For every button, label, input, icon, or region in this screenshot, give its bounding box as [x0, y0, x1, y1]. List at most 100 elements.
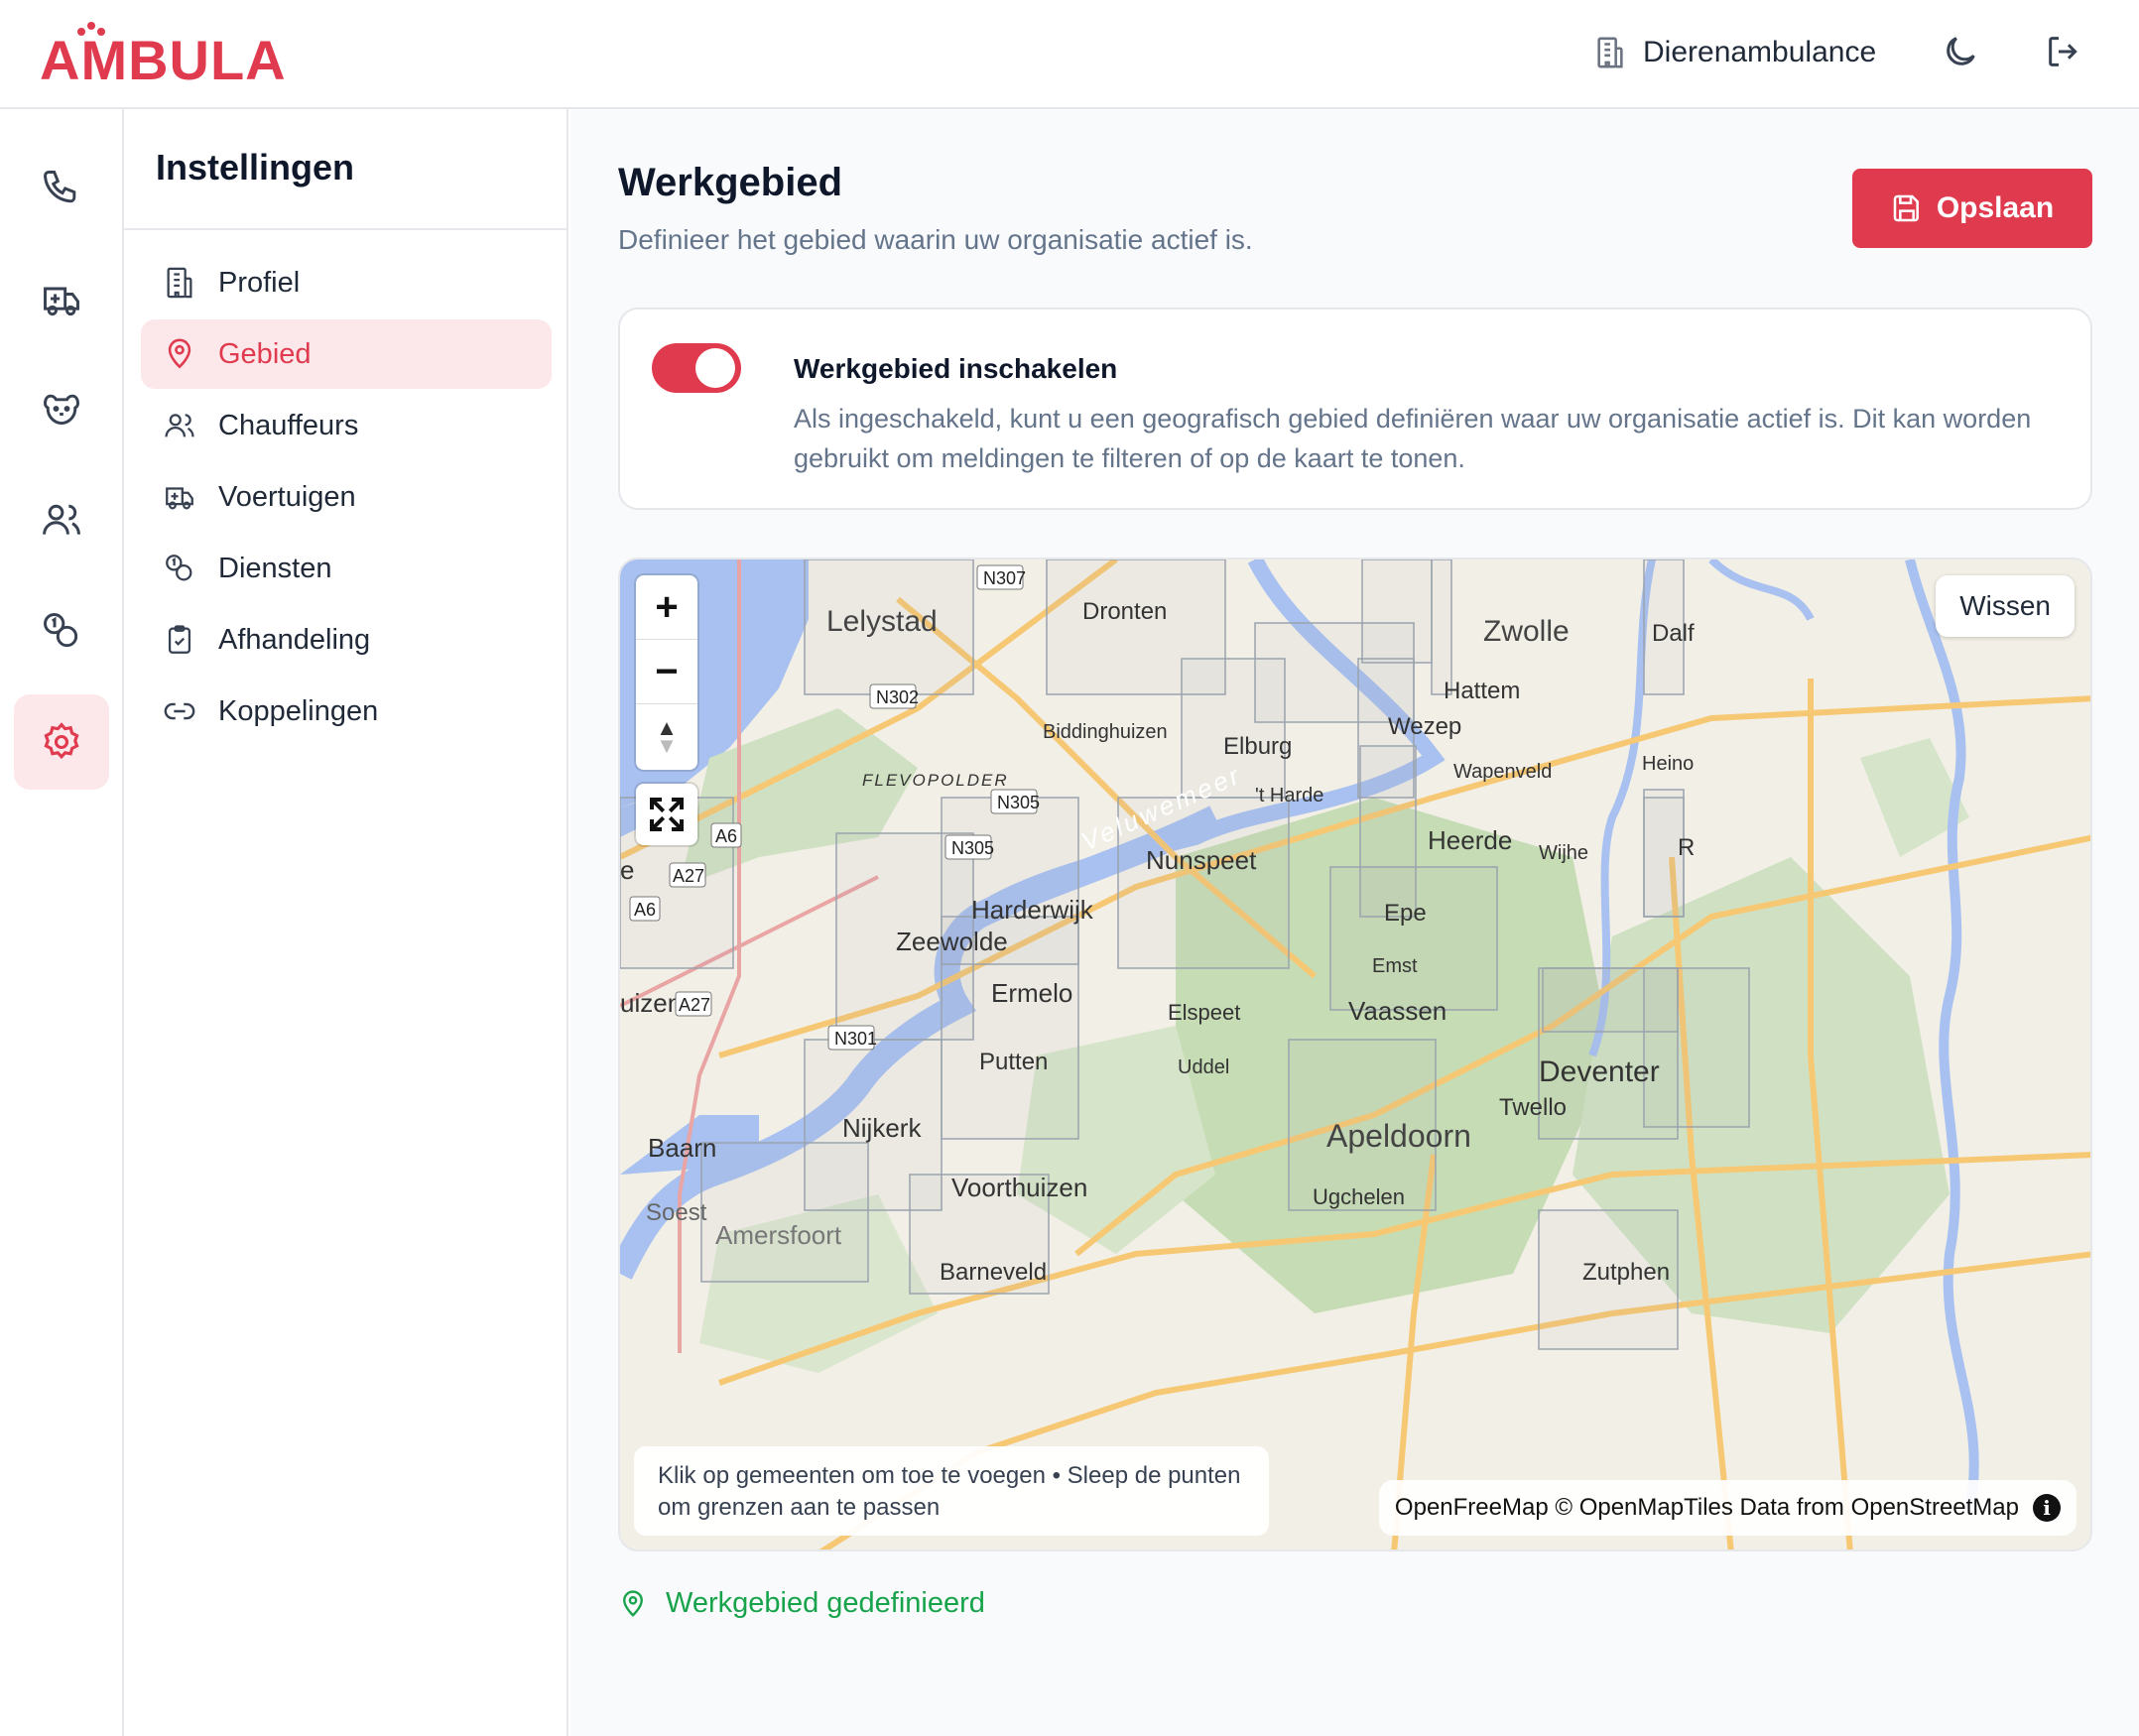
- zoom-out-button[interactable]: −: [636, 640, 697, 704]
- settings-item-profiel[interactable]: Profiel: [141, 248, 552, 317]
- ambulance-icon: [166, 487, 193, 510]
- settings-item-gebied[interactable]: Gebied: [141, 319, 552, 389]
- moon-icon[interactable]: [1941, 32, 1980, 71]
- main-content: Werkgebied Definieer het gebied waarin u…: [570, 109, 2139, 1736]
- settings-item-voertuigen[interactable]: Voertuigen: [141, 462, 552, 532]
- road-shield: A27: [669, 862, 706, 888]
- paw-icon: [77, 22, 107, 36]
- phone-icon: [44, 171, 76, 203]
- svg-text:N302: N302: [876, 687, 919, 707]
- map-hint: Klik op gemeenten om toe te voegen • Sle…: [634, 1446, 1269, 1536]
- svg-text:N305: N305: [997, 793, 1040, 812]
- map-zoom-controls: + − ▲ ▼: [636, 575, 697, 770]
- place-label: uizen: [620, 988, 682, 1018]
- settings-item-label: Gebied: [218, 337, 312, 370]
- place-label: Vaassen: [1348, 996, 1447, 1026]
- place-label: Putten: [979, 1049, 1048, 1075]
- road-shield: N307: [976, 564, 1026, 590]
- toggle-title: Werkgebied inschakelen: [794, 353, 1118, 384]
- users-icon: [43, 504, 80, 535]
- road-shield: N302: [869, 683, 919, 709]
- divider: [124, 228, 568, 230]
- page-subtitle: Definieer het gebied waarin uw organisat…: [618, 224, 1253, 255]
- fullscreen-icon: [650, 798, 684, 831]
- building-icon: [1597, 37, 1623, 68]
- rail-item-users[interactable]: [14, 472, 109, 567]
- place-label: Uddel: [1178, 1056, 1229, 1078]
- road-shield: A27: [675, 991, 712, 1017]
- toggle-description: Als ingeschakeld, kunt u een geografisch…: [794, 404, 2032, 473]
- page-title: Werkgebied: [618, 161, 842, 204]
- place-label: 't Harde: [1255, 785, 1323, 806]
- settings-item-label: Profiel: [218, 266, 301, 299]
- settings-item-koppelingen[interactable]: Koppelingen: [141, 677, 552, 746]
- road-shield: A6: [629, 896, 661, 922]
- place-label: Harderwijk: [971, 895, 1094, 925]
- toggle-knob: [695, 348, 735, 388]
- fullscreen-button[interactable]: [636, 784, 697, 845]
- settings-item-chauffeurs[interactable]: Chauffeurs: [141, 391, 552, 460]
- status-message: Werkgebied gedefinieerd: [618, 1587, 985, 1620]
- map-pin-icon: [168, 338, 191, 369]
- place-label: Zeewolde: [896, 927, 1008, 956]
- logo[interactable]: AMBULA: [40, 22, 287, 92]
- map-pin-icon: [623, 1589, 643, 1617]
- place-label: Apeldoorn: [1326, 1118, 1471, 1154]
- place-label: Dalf: [1652, 620, 1695, 647]
- place-label: Barneveld: [940, 1259, 1047, 1286]
- road-shield: N301: [827, 1025, 877, 1051]
- compass-button[interactable]: ▲ ▼: [636, 704, 697, 769]
- place-label: Zutphen: [1582, 1259, 1670, 1286]
- svg-text:A27: A27: [679, 995, 710, 1015]
- animal-icon: [44, 394, 79, 426]
- place-label: Ugchelen: [1313, 1184, 1405, 1209]
- rail-item-vehicles[interactable]: [14, 252, 109, 347]
- settings-item-afhandeling[interactable]: Afhandeling: [141, 605, 552, 675]
- rail-item-animals[interactable]: [14, 361, 109, 456]
- rail-item-calls[interactable]: [14, 141, 109, 236]
- save-icon: [1893, 194, 1919, 222]
- settings-item-diensten[interactable]: Diensten: [141, 534, 552, 603]
- settings-item-label: Diensten: [218, 552, 332, 584]
- settings-nav: Instellingen Profiel Gebied Chauffeurs V…: [124, 109, 568, 1736]
- place-label: Twello: [1499, 1094, 1567, 1121]
- map-canvas[interactable]: Lelystad Dronten Zwolle Dalf Hattem Weze…: [620, 559, 2092, 1551]
- coins-icon: [166, 555, 192, 581]
- link-icon: [164, 702, 195, 720]
- clear-button[interactable]: Wissen: [1936, 575, 2075, 637]
- zoom-in-button[interactable]: +: [636, 575, 697, 640]
- info-icon[interactable]: i: [2033, 1494, 2061, 1522]
- road-shield: N305: [990, 789, 1040, 814]
- place-label: Ermelo: [991, 978, 1072, 1008]
- place-label: R: [1678, 834, 1695, 861]
- place-label: Dronten: [1082, 598, 1167, 625]
- attribution-text[interactable]: OpenFreeMap © OpenMapTiles Data from Ope…: [1395, 1494, 2019, 1522]
- place-label: Baarn: [648, 1133, 716, 1163]
- place-label: Wezep: [1388, 713, 1461, 740]
- svg-text:N301: N301: [834, 1029, 877, 1049]
- coins-icon: [44, 613, 78, 648]
- place-label: e: [620, 855, 634, 885]
- settings-item-label: Voertuigen: [218, 480, 356, 513]
- svg-text:N307: N307: [983, 568, 1026, 588]
- settings-icon: [44, 722, 79, 760]
- logout-icon[interactable]: [2044, 32, 2083, 71]
- settings-item-label: Afhandeling: [218, 623, 371, 656]
- area-map[interactable]: Lelystad Dronten Zwolle Dalf Hattem Weze…: [618, 558, 2092, 1551]
- rail-item-services[interactable]: [14, 583, 109, 679]
- place-label: Heino: [1642, 753, 1694, 775]
- place-label: Wapenveld: [1453, 761, 1552, 783]
- rail-item-settings[interactable]: [14, 694, 109, 790]
- place-label: Amersfoort: [715, 1220, 842, 1250]
- place-label: Epe: [1384, 900, 1427, 927]
- place-label: Wijhe: [1539, 842, 1588, 864]
- users-icon: [165, 414, 194, 437]
- werkgebied-toggle[interactable]: [652, 343, 741, 393]
- clipboard-check-icon: [168, 625, 191, 654]
- place-label: Heerde: [1428, 825, 1512, 855]
- settings-item-label: Koppelingen: [218, 694, 379, 727]
- place-label: Biddinghuizen: [1043, 721, 1168, 743]
- save-button[interactable]: Opslaan: [1852, 169, 2092, 248]
- place-label: Nijkerk: [842, 1113, 922, 1143]
- place-label: Nunspeet: [1146, 845, 1257, 875]
